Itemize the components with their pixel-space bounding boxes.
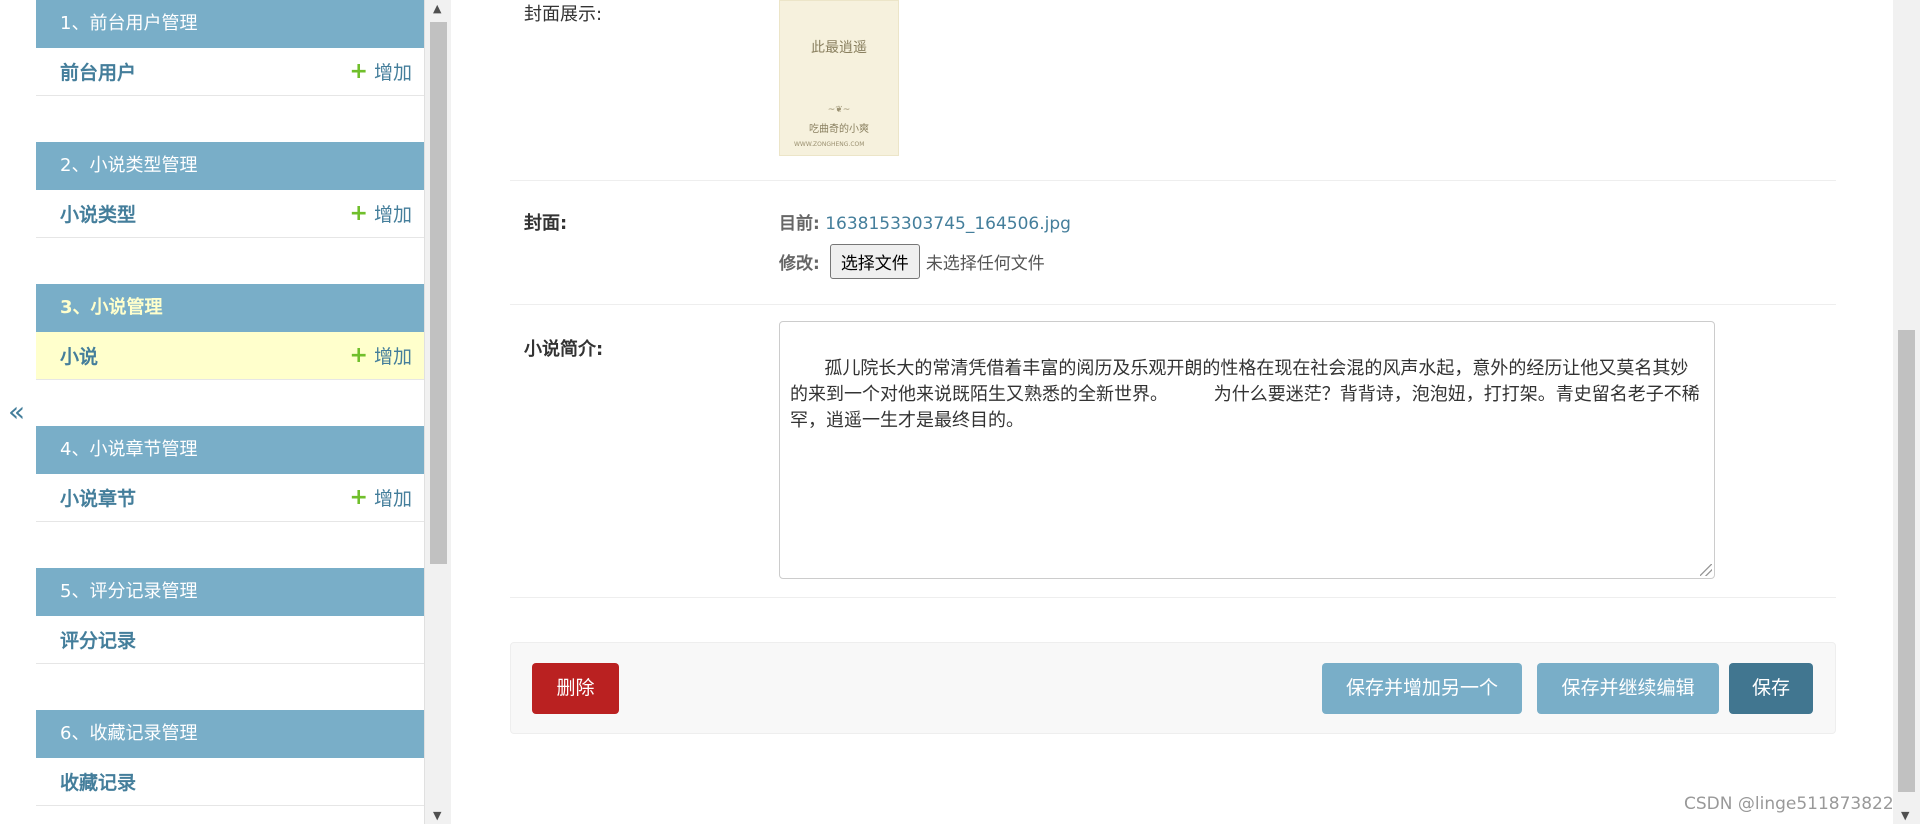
module-header[interactable]: 5、评分记录管理 bbox=[36, 568, 424, 616]
add-link[interactable]: + 增加 bbox=[350, 200, 412, 227]
page-scrollbar[interactable]: ▼ bbox=[1893, 0, 1920, 824]
ornament-icon: ~❦~ bbox=[827, 105, 851, 115]
cover-display-row: 封面展示: 此最逍遥 ~❦~ 吃曲奇的小爽 WWW.ZONGHENG.COM bbox=[510, 0, 1836, 181]
module-novel: 3、小说管理 小说 + 增加 bbox=[36, 284, 424, 426]
cover-label: 封面: bbox=[524, 213, 568, 234]
model-link[interactable]: 评分记录 bbox=[60, 626, 136, 653]
cover-author: 吃曲奇的小爽 bbox=[809, 124, 869, 135]
cover-field: 目前: 1638153303745_164506.jpg 修改: 选择文件 未选… bbox=[779, 209, 1071, 279]
cover-display-label: 封面展示: bbox=[524, 4, 603, 25]
scroll-up-icon[interactable]: ▲ bbox=[433, 2, 441, 15]
add-label: 增加 bbox=[373, 488, 412, 510]
sidebar-collapse-toggle[interactable]: « bbox=[0, 0, 36, 824]
scroll-down-icon[interactable]: ▼ bbox=[1901, 809, 1909, 822]
watermark: CSDN @linge511873822 bbox=[1684, 794, 1894, 814]
current-label: 目前: bbox=[779, 214, 820, 234]
module-user: 1、前台用户管理 前台用户 + 增加 bbox=[36, 0, 424, 142]
intro-textarea[interactable]: 孤儿院长大的常清凭借着丰富的阅历及乐观开朗的性格在现在社会混的风声水起，意外的经… bbox=[779, 321, 1715, 579]
sidebar-scrollbar[interactable]: ▲ ▼ bbox=[424, 0, 451, 824]
module-rating: 5、评分记录管理 评分记录 bbox=[36, 568, 424, 710]
choose-file-button[interactable]: 选择文件 bbox=[829, 244, 920, 279]
cover-site: WWW.ZONGHENG.COM bbox=[794, 141, 865, 148]
scrollbar-thumb[interactable] bbox=[1898, 330, 1915, 792]
add-link[interactable]: + 增加 bbox=[350, 484, 412, 511]
module-chapter: 4、小说章节管理 小说章节 + 增加 bbox=[36, 426, 424, 568]
module-favorite: 6、收藏记录管理 收藏记录 bbox=[36, 710, 424, 806]
save-button[interactable]: 保存 bbox=[1729, 663, 1813, 714]
double-chevron-left-icon[interactable]: « bbox=[8, 398, 25, 426]
scrollbar-thumb[interactable] bbox=[430, 22, 447, 564]
plus-icon: + bbox=[349, 342, 368, 368]
sidebar-item-novel-type: 小说类型 + 增加 bbox=[36, 190, 424, 238]
submit-row: 删除 保存并增加另一个 保存并继续编辑 保存 bbox=[510, 642, 1836, 734]
sidebar-item-frontend-user: 前台用户 + 增加 bbox=[36, 48, 424, 96]
add-link[interactable]: + 增加 bbox=[350, 342, 412, 369]
sidebar-item-novel: 小说 + 增加 bbox=[36, 332, 424, 380]
sidebar-item-rating: 评分记录 bbox=[36, 616, 424, 664]
cover-row: 封面: 目前: 1638153303745_164506.jpg 修改: 选择文… bbox=[510, 181, 1836, 305]
scroll-down-icon[interactable]: ▼ bbox=[433, 809, 441, 822]
module-header[interactable]: 6、收藏记录管理 bbox=[36, 710, 424, 758]
module-header[interactable]: 2、小说类型管理 bbox=[36, 142, 424, 190]
cover-image: 此最逍遥 ~❦~ 吃曲奇的小爽 WWW.ZONGHENG.COM bbox=[779, 0, 899, 156]
module-header[interactable]: 4、小说章节管理 bbox=[36, 426, 424, 474]
resize-grip-icon[interactable] bbox=[1700, 564, 1712, 576]
current-file-link[interactable]: 1638153303745_164506.jpg bbox=[825, 214, 1071, 234]
sidebar-item-favorite: 收藏记录 bbox=[36, 758, 424, 806]
intro-label: 小说简介: bbox=[524, 339, 604, 360]
sidebar-nav: 1、前台用户管理 前台用户 + 增加 2、小说类型管理 小说类型 + 增加 3、小说… bbox=[36, 0, 424, 824]
model-link[interactable]: 小说章节 bbox=[60, 484, 136, 511]
add-label: 增加 bbox=[373, 62, 412, 84]
plus-icon: + bbox=[349, 58, 368, 84]
module-header[interactable]: 1、前台用户管理 bbox=[36, 0, 424, 48]
delete-button[interactable]: 删除 bbox=[532, 663, 619, 714]
sidebar-item-chapter: 小说章节 + 增加 bbox=[36, 474, 424, 522]
add-label: 增加 bbox=[373, 204, 412, 226]
save-continue-button[interactable]: 保存并继续编辑 bbox=[1537, 663, 1719, 714]
add-label: 增加 bbox=[373, 346, 412, 368]
save-add-another-button[interactable]: 保存并增加另一个 bbox=[1322, 663, 1522, 714]
model-link[interactable]: 小说类型 bbox=[60, 200, 136, 227]
plus-icon: + bbox=[349, 484, 368, 510]
intro-row: 小说简介: 孤儿院长大的常清凭借着丰富的阅历及乐观开朗的性格在现在社会混的风声水… bbox=[510, 305, 1836, 598]
module-header[interactable]: 3、小说管理 bbox=[36, 284, 424, 332]
change-label: 修改: bbox=[779, 254, 820, 274]
cover-title: 此最逍遥 bbox=[811, 40, 867, 56]
intro-text: 孤儿院长大的常清凭借着丰富的阅历及乐观开朗的性格在现在社会混的风声水起，意外的经… bbox=[790, 358, 1700, 431]
model-link[interactable]: 收藏记录 bbox=[60, 768, 136, 795]
no-file-text: 未选择任何文件 bbox=[925, 254, 1045, 274]
model-link[interactable]: 前台用户 bbox=[60, 58, 136, 85]
plus-icon: + bbox=[349, 200, 368, 226]
model-link[interactable]: 小说 bbox=[60, 342, 98, 369]
add-link[interactable]: + 增加 bbox=[350, 58, 412, 85]
module-novel-type: 2、小说类型管理 小说类型 + 增加 bbox=[36, 142, 424, 284]
change-form: 封面展示: 此最逍遥 ~❦~ 吃曲奇的小爽 WWW.ZONGHENG.COM 封… bbox=[510, 0, 1836, 824]
